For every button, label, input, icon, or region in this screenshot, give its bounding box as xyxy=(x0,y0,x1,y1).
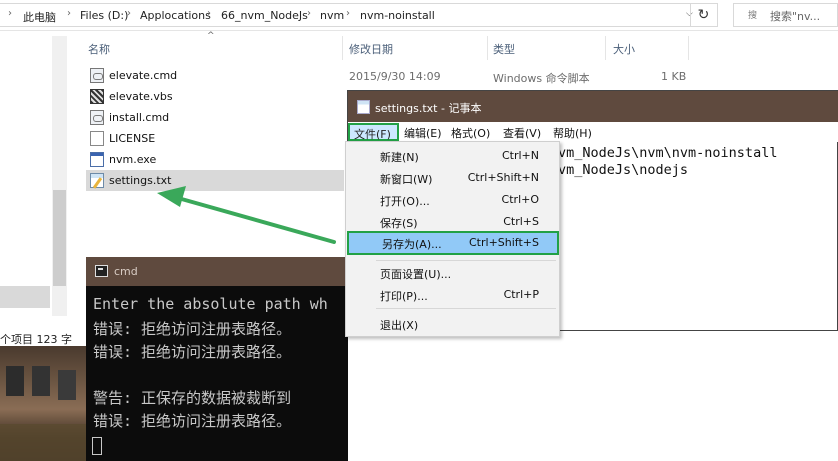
column-header-size[interactable]: 大小 xyxy=(613,41,635,57)
file-menu-dropdown: 新建(N) Ctrl+N 新窗口(W) Ctrl+Shift+N 打开(O)... C… xyxy=(345,141,560,337)
breadcrumb-nvm[interactable]: nvm xyxy=(320,9,344,22)
notepad-text-area[interactable]: vm_NodeJs\nvm\nvm-noinstall vm_NodeJs\nod… xyxy=(558,145,777,179)
address-box[interactable]: › 此电脑 › Files (D:) › Applocations › 66_n… xyxy=(0,3,718,27)
text-line: vm_NodeJs\nodejs xyxy=(558,162,689,178)
refresh-button[interactable]: ↻ xyxy=(690,3,716,27)
menu-item-save-as[interactable]: 另存为(A)... Ctrl+Shift+S xyxy=(347,231,559,255)
breadcrumb-nvm-nodejs[interactable]: 66_nvm_NodeJs xyxy=(221,9,308,22)
nav-selected-item[interactable] xyxy=(0,286,50,308)
menu-separator xyxy=(376,260,556,261)
notepad-title: settings.txt - 记事本 xyxy=(375,102,482,115)
file-row-elevate-cmd[interactable]: elevate.cmd xyxy=(86,65,344,86)
file-name: elevate.vbs xyxy=(109,90,173,103)
menu-edit[interactable]: 编辑(E) xyxy=(404,125,442,141)
column-divider[interactable] xyxy=(688,36,689,60)
file-name: LICENSE xyxy=(109,132,156,145)
menu-item-exit[interactable]: 退出(X) xyxy=(346,313,559,335)
file-modified: 2015/9/30 14:09 xyxy=(349,70,441,83)
nav-scrollbar-thumb[interactable] xyxy=(53,190,66,286)
console-line: 错误: 拒绝访问注册表路径。 xyxy=(93,320,292,338)
column-header-type[interactable]: 类型 xyxy=(493,41,515,57)
file-icon xyxy=(90,131,104,146)
breadcrumb-nvm-noinstall[interactable]: nvm-noinstall xyxy=(360,9,435,22)
notepad-menubar: 文件(F) 编辑(E) 格式(O) 查看(V) 帮助(H) xyxy=(348,122,838,142)
menu-item-new[interactable]: 新建(N) Ctrl+N xyxy=(346,145,559,167)
notepad-titlebar[interactable]: settings.txt - 记事本 xyxy=(348,91,838,122)
column-divider[interactable] xyxy=(487,36,488,60)
breadcrumb-drive[interactable]: Files (D:) xyxy=(80,9,128,22)
chevron-right-icon: › xyxy=(8,8,12,19)
console-line: 警告: 正保存的数据被裁断到 xyxy=(93,389,292,407)
text-line: vm_NodeJs\nvm\nvm-noinstall xyxy=(558,145,778,161)
column-header-modified[interactable]: 修改日期 xyxy=(349,41,393,57)
column-divider[interactable] xyxy=(342,36,343,60)
menu-view[interactable]: 查看(V) xyxy=(503,125,541,141)
file-row-license[interactable]: LICENSE xyxy=(86,128,344,149)
cmd-file-icon xyxy=(90,110,104,125)
column-divider[interactable] xyxy=(605,36,606,60)
menu-separator xyxy=(376,308,556,309)
exe-icon xyxy=(90,152,104,167)
sort-up-icon: ^ xyxy=(207,31,215,41)
menu-item-new-window[interactable]: 新窗口(W) Ctrl+Shift+N xyxy=(346,167,559,189)
file-row-settings-txt[interactable]: settings.txt xyxy=(86,170,344,191)
menu-item-save[interactable]: 保存(S) Ctrl+S xyxy=(346,211,559,233)
breadcrumb-applocations[interactable]: Applocations xyxy=(140,9,211,22)
notepad-icon xyxy=(357,100,370,114)
chevron-right-icon: › xyxy=(67,8,71,19)
menu-help[interactable]: 帮助(H) xyxy=(553,125,592,141)
refresh-icon: ↻ xyxy=(697,7,710,23)
chevron-right-icon: › xyxy=(307,8,311,19)
search-icon: 搜 xyxy=(748,11,758,21)
background-photo xyxy=(0,346,86,461)
file-name: install.cmd xyxy=(109,111,170,124)
cmd-window[interactable]: cmd Enter the absolute path wh 错误: 拒绝访问注… xyxy=(86,257,348,461)
menu-item-print[interactable]: 打印(P)... Ctrl+P xyxy=(346,284,559,306)
chevron-right-icon: › xyxy=(207,8,211,19)
cmd-titlebar[interactable]: cmd xyxy=(86,257,348,286)
console-line: 错误: 拒绝访问注册表路径。 xyxy=(93,412,292,430)
text-cursor xyxy=(92,437,102,455)
chevron-right-icon: › xyxy=(346,8,350,19)
file-type: Windows 命令脚本 xyxy=(493,72,590,85)
file-row-install-cmd[interactable]: install.cmd xyxy=(86,107,344,128)
cmd-title: cmd xyxy=(114,265,138,278)
vbs-file-icon xyxy=(90,89,104,104)
console-line: Enter the absolute path wh xyxy=(93,295,328,313)
file-name: settings.txt xyxy=(109,174,172,187)
menu-item-open[interactable]: 打开(O)... Ctrl+O xyxy=(346,189,559,211)
menu-item-page-setup[interactable]: 页面设置(U)... xyxy=(346,262,559,284)
file-name: nvm.exe xyxy=(109,153,157,166)
console-line: 错误: 拒绝访问注册表路径。 xyxy=(93,343,292,361)
cmd-file-icon xyxy=(90,68,104,83)
status-bar-text: 个项目 123 字 xyxy=(0,333,72,346)
console-icon xyxy=(95,265,108,277)
menu-format[interactable]: 格式(O) xyxy=(451,125,490,141)
txt-file-icon xyxy=(90,173,104,188)
column-header-name[interactable]: 名称 xyxy=(88,41,110,57)
address-bar: › 此电脑 › Files (D:) › Applocations › 66_n… xyxy=(0,0,838,31)
search-placeholder: 搜索"nv... xyxy=(770,10,821,23)
menu-file[interactable]: 文件(F) xyxy=(348,123,399,141)
file-name: elevate.cmd xyxy=(109,69,178,82)
breadcrumb-this-pc[interactable]: 此电脑 xyxy=(23,9,56,25)
file-row-nvm-exe[interactable]: nvm.exe xyxy=(86,149,344,170)
file-size: 1 KB xyxy=(661,70,687,83)
chevron-right-icon: › xyxy=(127,8,131,19)
file-row-elevate-vbs[interactable]: elevate.vbs xyxy=(86,86,344,107)
